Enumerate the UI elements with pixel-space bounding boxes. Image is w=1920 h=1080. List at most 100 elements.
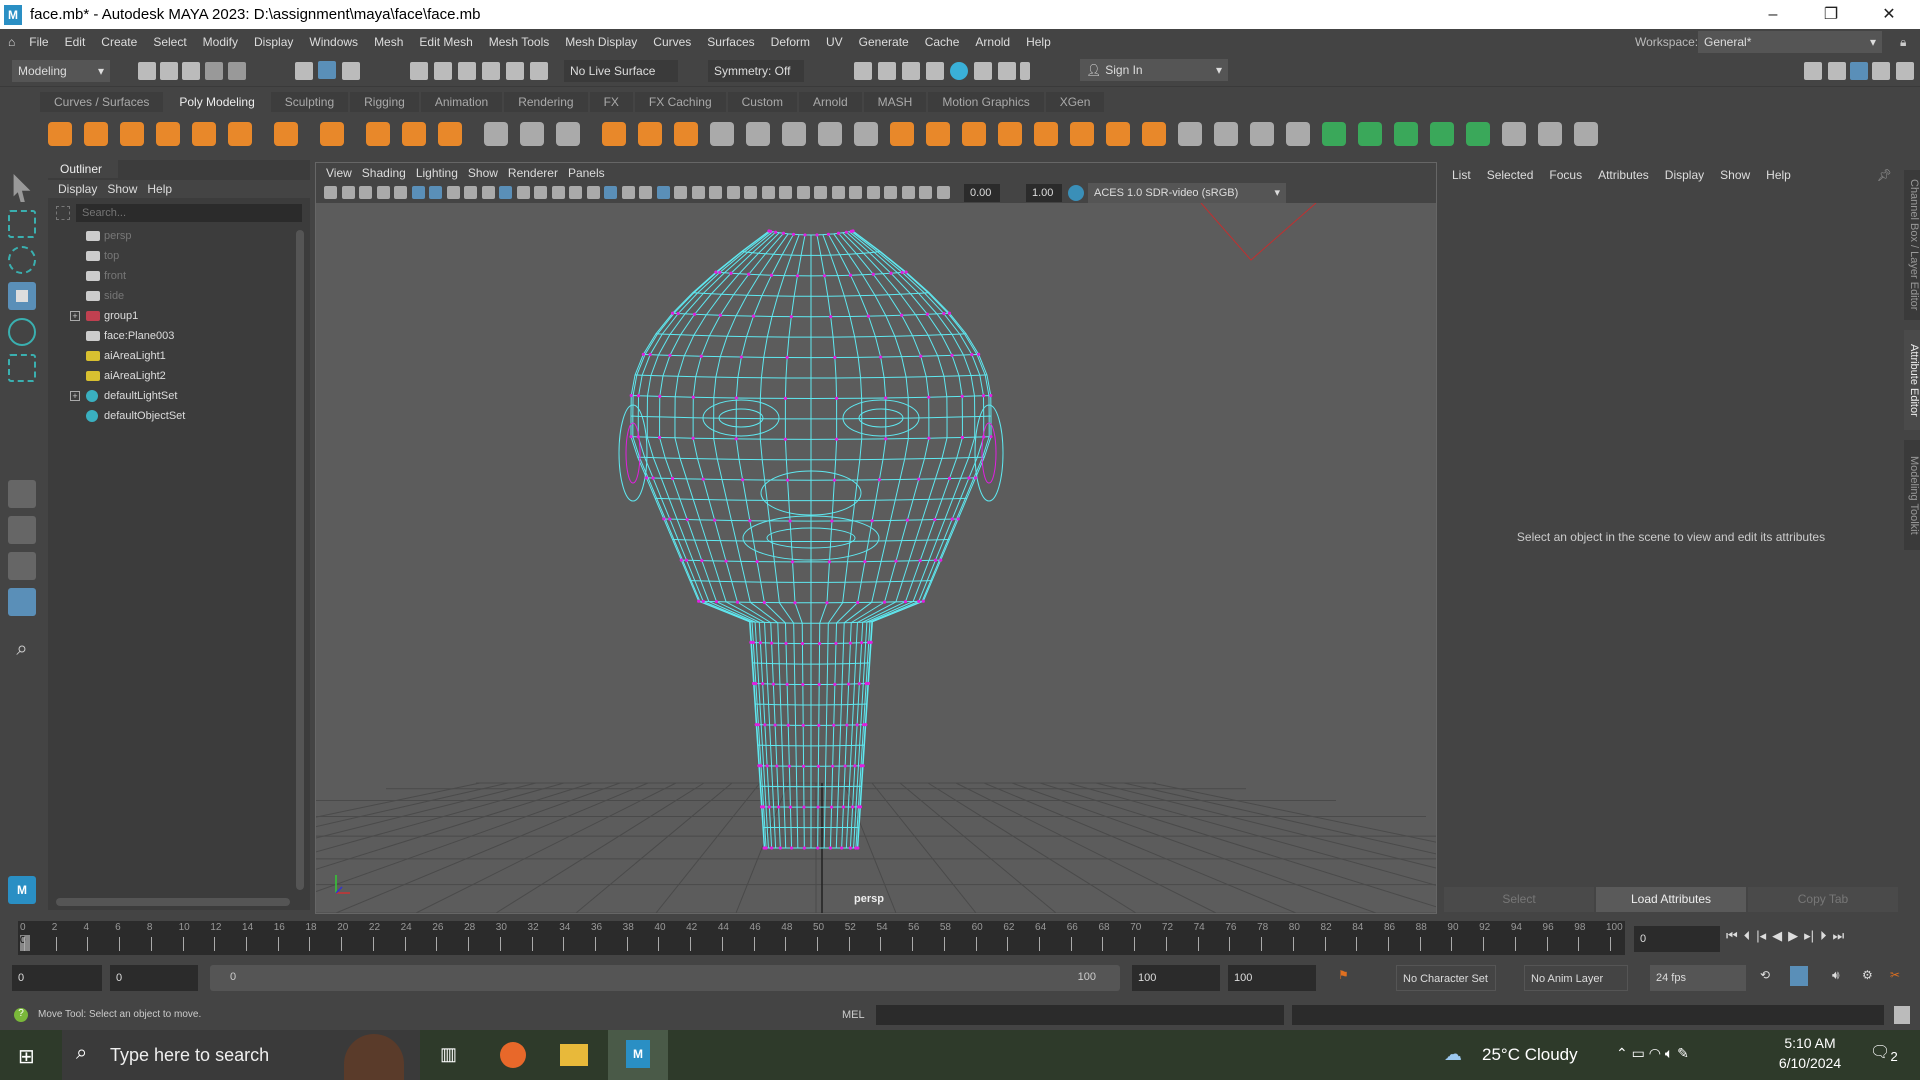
shelf-tool-icon[interactable]: [926, 122, 950, 146]
snap-point-icon[interactable]: [458, 62, 476, 80]
taskbar-search-box[interactable]: ⌕ Type here to search: [62, 1030, 420, 1080]
cache-playback-icon[interactable]: [1790, 966, 1808, 986]
render-view-icon[interactable]: [974, 62, 992, 80]
pause-icon[interactable]: [1020, 62, 1030, 80]
shelf-tool-icon[interactable]: [1070, 122, 1094, 146]
viewport-tool-icon[interactable]: [726, 186, 740, 199]
snap-vertex-icon[interactable]: [530, 62, 548, 80]
select-object-icon[interactable]: [318, 61, 336, 79]
arnold-render-icon[interactable]: [998, 62, 1016, 80]
menu-arnold[interactable]: Arnold: [975, 35, 1010, 49]
outliner-menu-display[interactable]: Display: [58, 180, 97, 198]
viewport-tool-icon[interactable]: [621, 186, 635, 199]
menu-surfaces[interactable]: Surfaces: [707, 35, 754, 49]
four-view-icon[interactable]: [8, 516, 36, 544]
scale-tool-icon[interactable]: [8, 354, 36, 382]
attribute-menu-attributes[interactable]: Attributes: [1598, 168, 1649, 182]
menu-curves[interactable]: Curves: [653, 35, 691, 49]
shelf-tool-icon[interactable]: [228, 122, 252, 146]
menu-file[interactable]: File: [29, 35, 48, 49]
shelf-tool-icon[interactable]: [1142, 122, 1166, 146]
outliner-vertical-scrollbar[interactable]: [296, 230, 304, 890]
shelf-tool-icon[interactable]: [962, 122, 986, 146]
outliner-item-aiarealight2[interactable]: aiAreaLight2: [48, 366, 288, 386]
shelf-tool-icon[interactable]: [48, 122, 72, 146]
tab-attribute-editor[interactable]: Attribute Editor: [1904, 330, 1920, 430]
attribute-menu-list[interactable]: List: [1452, 168, 1471, 182]
symmetry-field[interactable]: Symmetry: Off: [708, 60, 804, 82]
outliner-item-side[interactable]: side: [48, 286, 288, 306]
notifications-icon[interactable]: 🗨︎2: [1870, 1042, 1898, 1064]
loop-icon[interactable]: ⟲: [1760, 968, 1770, 982]
viewport-menu-panels[interactable]: Panels: [568, 163, 605, 183]
anim-layer-dropdown[interactable]: No Anim Layer: [1524, 965, 1628, 991]
viewport-tool-icon[interactable]: [376, 186, 390, 199]
tab-sculpting[interactable]: Sculpting: [270, 92, 349, 112]
shelf-tool-icon[interactable]: [1502, 122, 1526, 146]
tab-rigging[interactable]: Rigging: [350, 92, 419, 112]
viewport-tool-icon[interactable]: [324, 186, 337, 199]
outliner-item-persp[interactable]: persp: [48, 226, 288, 246]
viewport-tool-icon[interactable]: [919, 186, 932, 199]
attribute-menu-display[interactable]: Display: [1665, 168, 1704, 182]
shelf-tool-icon[interactable]: [710, 122, 734, 146]
menu-select[interactable]: Select: [153, 35, 186, 49]
workspace-dropdown[interactable]: General* ▾: [1698, 31, 1882, 53]
attribute-editor-toggle-icon[interactable]: [1850, 62, 1868, 80]
viewport-tool-icon[interactable]: [849, 186, 862, 199]
tab-animation[interactable]: Animation: [420, 92, 503, 112]
animation-start-field[interactable]: 0: [12, 965, 102, 991]
viewport-tool-icon[interactable]: [814, 186, 827, 199]
outliner-item-face-plane003[interactable]: face:Plane003: [48, 326, 288, 346]
viewport-tool-icon[interactable]: [534, 186, 547, 199]
viewport-tool-icon[interactable]: [516, 186, 530, 199]
task-view-icon[interactable]: ▥: [440, 1044, 457, 1065]
shelf-tool-icon[interactable]: [1466, 122, 1490, 146]
shelf-tool-icon[interactable]: [1394, 122, 1418, 146]
viewport-tool-icon[interactable]: [481, 186, 495, 199]
expand-icon[interactable]: +: [70, 391, 80, 401]
character-controls-icon[interactable]: [1828, 62, 1846, 80]
snap-curve-icon[interactable]: [434, 62, 452, 80]
tab-custom[interactable]: Custom: [727, 92, 797, 112]
snap-surface-icon[interactable]: [506, 62, 524, 80]
gamma-field[interactable]: 1.00: [1026, 184, 1062, 202]
search-icon[interactable]: ⌕: [8, 638, 36, 666]
auto-key-icon[interactable]: ⚑: [1338, 968, 1349, 982]
menu-mesh[interactable]: Mesh: [374, 35, 403, 49]
select-button[interactable]: Select: [1444, 887, 1594, 912]
outliner-item-group1[interactable]: + group1: [48, 306, 288, 326]
viewport-tool-icon[interactable]: [341, 186, 355, 199]
redo-icon[interactable]: [228, 62, 246, 80]
menu-display[interactable]: Display: [254, 35, 293, 49]
viewport-menu-shading[interactable]: Shading: [362, 163, 406, 183]
shelf-tool-icon[interactable]: [484, 122, 508, 146]
shelf-tool-icon[interactable]: [84, 122, 108, 146]
outliner-item-front[interactable]: front: [48, 266, 288, 286]
shelf-tool-icon[interactable]: [1214, 122, 1238, 146]
viewport-tool-icon[interactable]: [866, 186, 880, 199]
firefox-icon[interactable]: [500, 1042, 526, 1068]
viewport-tool-icon[interactable]: [656, 186, 670, 199]
viewport-tool-icon[interactable]: [779, 186, 792, 199]
attribute-menu-help[interactable]: Help: [1766, 168, 1791, 182]
single-perspective-view-icon[interactable]: [8, 480, 36, 508]
color-management-icon[interactable]: [1068, 185, 1084, 201]
viewport-tool-icon[interactable]: [429, 186, 442, 199]
sound-icon[interactable]: 🔊︎: [1832, 968, 1840, 983]
3d-viewport[interactable]: persp: [316, 203, 1436, 913]
anim-prefs-icon[interactable]: ⚙: [1862, 968, 1873, 982]
viewport-tool-icon[interactable]: [796, 186, 810, 199]
shelf-tool-icon[interactable]: [1106, 122, 1130, 146]
shelf-tool-icon[interactable]: [1250, 122, 1274, 146]
render-icon[interactable]: [854, 62, 872, 80]
close-button[interactable]: ✕: [1860, 0, 1918, 29]
rotate-tool-icon[interactable]: [8, 318, 36, 346]
maya-home-icon[interactable]: M: [8, 876, 36, 904]
copy-tab-button[interactable]: Copy Tab: [1748, 887, 1898, 912]
outliner-search-input[interactable]: [76, 204, 302, 222]
animation-end-field[interactable]: 100: [1228, 965, 1316, 991]
shelf-tool-icon[interactable]: [520, 122, 544, 146]
menu-edit[interactable]: Edit: [65, 35, 86, 49]
shelf-tool-icon[interactable]: [1430, 122, 1454, 146]
